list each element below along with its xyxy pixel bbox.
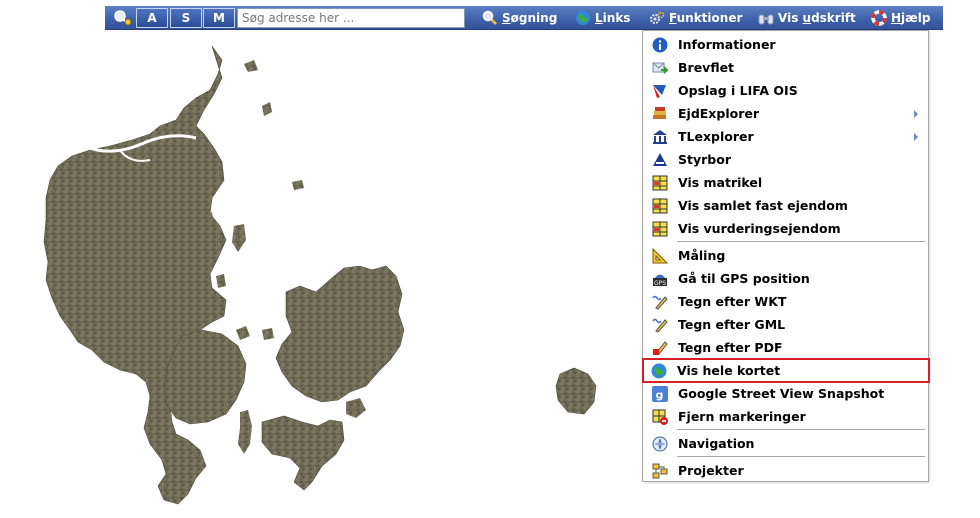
menu-item-navigation[interactable]: Navigation [644, 432, 928, 455]
zealand-island [275, 265, 405, 403]
menu-separator [677, 241, 925, 242]
mode-button-m[interactable]: M [203, 8, 235, 28]
menu-hjaelp[interactable]: Hjælp [871, 6, 930, 30]
draw-pen-icon [652, 295, 668, 310]
submenu-arrow-icon [914, 133, 918, 141]
mode-button-s[interactable]: S [170, 8, 202, 28]
mode-button-a[interactable]: A [136, 8, 168, 28]
menu-funktioner-label: Funktioner [669, 11, 743, 25]
menu-item-projekter[interactable]: Projekter [644, 459, 928, 482]
menu-sogning-label: Søgning [502, 11, 558, 25]
projects-icon [652, 463, 668, 478]
jutland-landmass [43, 45, 227, 505]
menu-funktioner[interactable]: Funktioner [649, 6, 742, 30]
triangle-logo-icon [653, 152, 667, 166]
gears-icon [650, 11, 665, 24]
lolland-falster-islands [261, 415, 345, 491]
small-island [292, 180, 304, 190]
menu-item-tlexplorer[interactable]: TLexplorer [644, 125, 928, 148]
menu-links-label: Links [595, 11, 631, 25]
submenu-arrow-icon [914, 110, 918, 118]
menu-item-brevflet[interactable]: Brevflet [644, 56, 928, 79]
funktioner-dropdown: Informationer Brevflet Opslag i LIFA OIS… [642, 30, 930, 482]
samso-island [232, 224, 246, 252]
lifebuoy-icon [871, 10, 887, 26]
menu-item-styrbor[interactable]: Styrbor [644, 148, 928, 171]
menu-sogning[interactable]: Søgning [482, 6, 557, 30]
google-icon: g [652, 385, 668, 402]
draw-pen-icon [652, 318, 668, 333]
menu-item-vis-hele-kortet[interactable]: Vis hele kortet [642, 358, 930, 383]
small-island [216, 274, 226, 288]
menu-item-vis-vurderingsejendom[interactable]: Vis vurderingsejendom [644, 217, 928, 240]
search-icon [482, 10, 497, 25]
svg-text:GPS: GPS [654, 280, 666, 287]
compass-icon [652, 436, 668, 451]
lookup-icon [653, 84, 666, 98]
bornholm-island [555, 367, 597, 415]
parcel-grid-icon [652, 175, 668, 190]
parcel-grid-icon [652, 198, 668, 213]
menu-item-fjern-markeringer[interactable]: Fjern markeringer [644, 405, 928, 428]
ruler-icon [652, 247, 668, 263]
globe-icon [576, 11, 590, 25]
info-icon [652, 37, 668, 52]
menu-vis-udskrift-label: Vis udskrift [778, 11, 856, 25]
search-settings-icon[interactable] [113, 9, 133, 27]
draw-pdf-icon [653, 340, 668, 355]
small-island [236, 326, 250, 340]
address-search-input[interactable] [237, 8, 465, 28]
menu-separator [677, 456, 925, 457]
menu-item-vis-samlet-fast-ejendom[interactable]: Vis samlet fast ejendom [644, 194, 928, 217]
menu-item-google-street-view[interactable]: g Google Street View Snapshot [644, 382, 928, 405]
menu-item-ga-til-gps[interactable]: GPS Gå til GPS position [644, 267, 928, 290]
menu-links[interactable]: Links [575, 6, 630, 30]
mon-island [346, 398, 366, 418]
books-icon [653, 106, 666, 119]
globe-icon [651, 363, 667, 378]
gps-icon: GPS [653, 274, 667, 287]
menu-item-maling[interactable]: Måling [644, 244, 928, 267]
langeland-island [238, 410, 252, 454]
anholt-island [262, 102, 272, 116]
small-island [262, 328, 274, 340]
menu-item-tegn-efter-gml[interactable]: Tegn efter GML [644, 313, 928, 336]
menu-hjaelp-label: Hjælp [891, 11, 931, 25]
svg-text:g: g [656, 388, 664, 401]
menu-item-informationer[interactable]: Informationer [644, 33, 928, 56]
main-toolbar: A S M Søgning Links Funktioner [105, 6, 943, 30]
menu-item-vis-matrikel[interactable]: Vis matrikel [644, 171, 928, 194]
menu-item-ejdexplorer[interactable]: EjdExplorer [644, 102, 928, 125]
menu-item-opslag-lifa-ois[interactable]: Opslag i LIFA OIS [644, 79, 928, 102]
parcel-grid-icon [652, 221, 668, 236]
building-icon [653, 129, 667, 144]
mail-merge-icon [652, 62, 668, 74]
menu-separator [677, 429, 925, 430]
binoculars-icon [758, 14, 774, 25]
menu-item-tegn-efter-wkt[interactable]: Tegn efter WKT [644, 290, 928, 313]
laeso-island [244, 60, 258, 72]
remove-marks-icon [652, 409, 668, 425]
menu-item-tegn-efter-pdf[interactable]: Tegn efter PDF [644, 336, 928, 359]
menu-vis-udskrift[interactable]: Vis udskrift [758, 6, 856, 30]
